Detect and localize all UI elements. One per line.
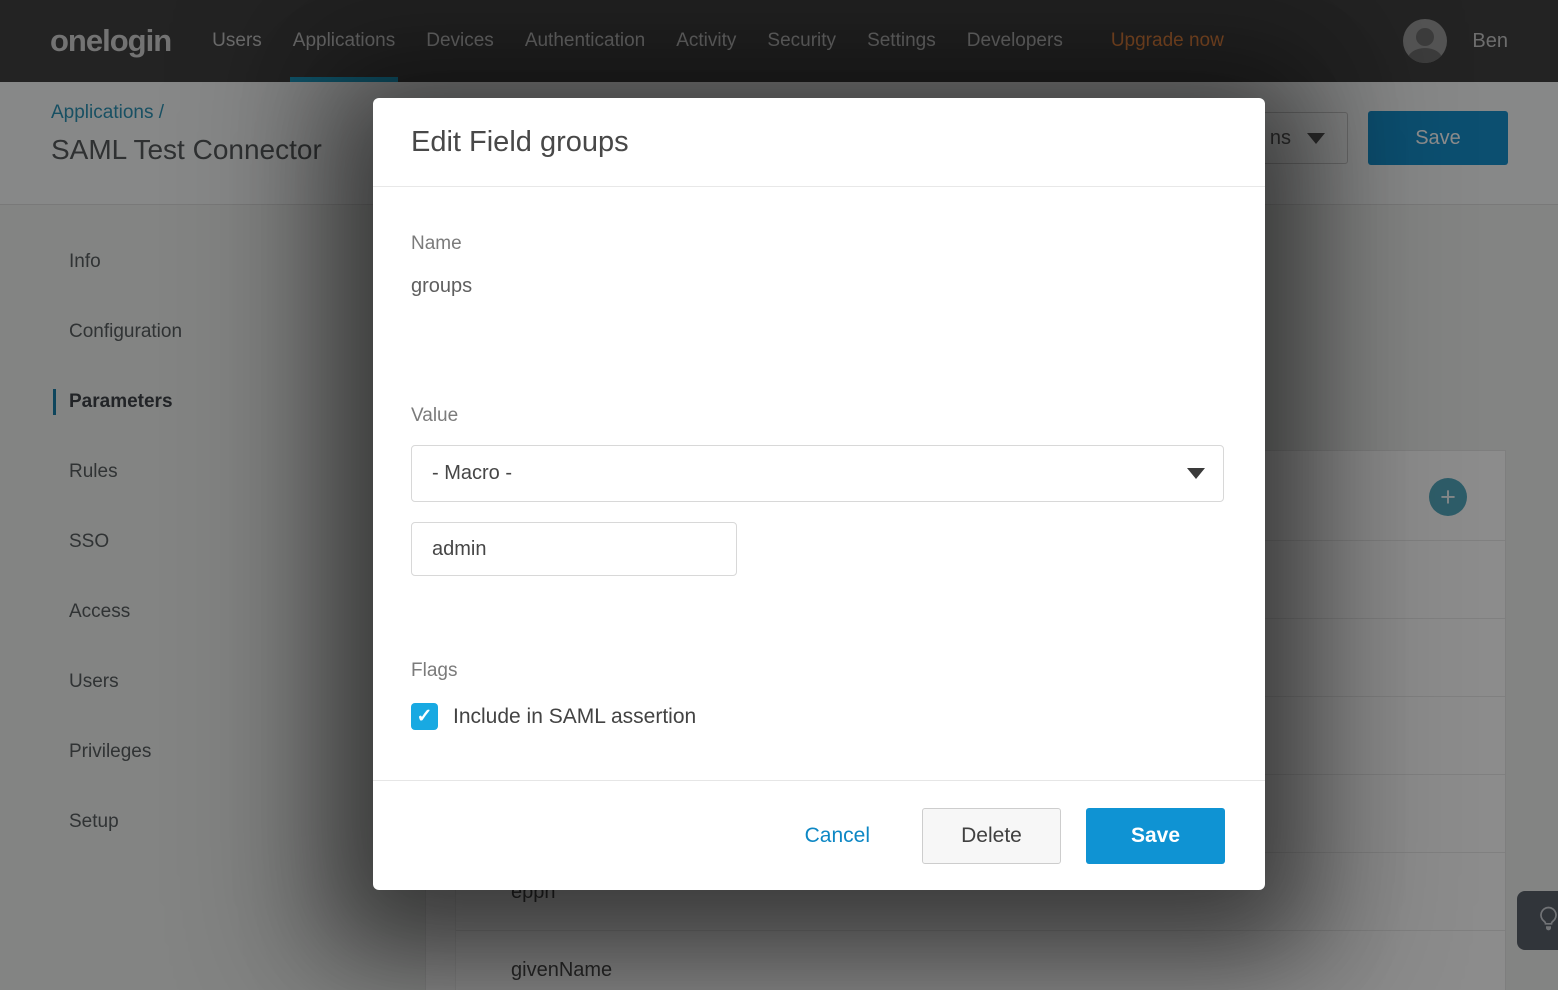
caret-down-icon — [1187, 468, 1205, 479]
checkmark-icon: ✓ — [416, 706, 433, 727]
name-label: Name — [411, 233, 462, 254]
cancel-button[interactable]: Cancel — [805, 824, 870, 848]
macro-select[interactable]: - Macro - — [411, 445, 1224, 502]
value-input[interactable] — [411, 522, 737, 576]
edit-field-modal: Edit Field groups Name groups Value - Ma… — [373, 98, 1265, 890]
modal-header: Edit Field groups — [373, 98, 1265, 187]
name-value: groups — [411, 275, 473, 297]
include-in-saml-checkbox[interactable]: ✓ — [411, 703, 438, 730]
app-root: onelogin Users Applications Devices Auth… — [0, 0, 1558, 990]
delete-button[interactable]: Delete — [922, 807, 1061, 864]
flag-row: ✓ Include in SAML assertion — [411, 703, 696, 730]
modal-title: Edit Field groups — [411, 125, 629, 158]
macro-select-value: - Macro - — [432, 462, 512, 484]
flags-label: Flags — [411, 660, 458, 681]
modal-footer: Cancel Delete Save — [373, 780, 1265, 890]
save-button[interactable]: Save — [1086, 807, 1225, 864]
include-in-saml-label: Include in SAML assertion — [453, 704, 697, 728]
value-label: Value — [411, 405, 459, 426]
